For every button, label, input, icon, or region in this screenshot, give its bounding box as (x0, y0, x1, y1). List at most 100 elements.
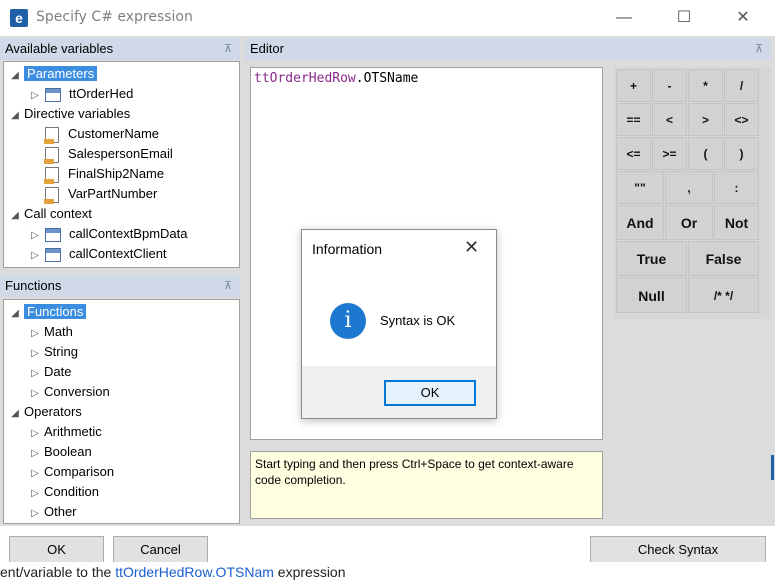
code-member: .OTSName (355, 71, 419, 86)
colon-button[interactable]: : (714, 171, 759, 204)
info-icon: i (330, 303, 366, 339)
and-button[interactable]: And (616, 205, 664, 240)
expand-arrow-icon[interactable]: ▷ (29, 504, 41, 523)
tree-item-label: SalespersonEmail (68, 146, 173, 161)
expand-arrow-icon[interactable]: ▷ (29, 226, 41, 246)
minus-button[interactable]: - (652, 69, 687, 102)
comma-button[interactable]: , (665, 171, 713, 204)
pin-icon[interactable]: ⊼ (224, 275, 232, 297)
collapse-arrow-icon[interactable]: ◢ (9, 106, 21, 126)
tree-item[interactable]: ◢ Call context (9, 204, 92, 224)
plus-button[interactable]: + (616, 69, 651, 102)
null-button[interactable]: Null (616, 277, 687, 313)
tree-item-label: FinalShip2Name (68, 166, 165, 181)
table-icon (45, 227, 61, 242)
divide-button[interactable]: / (724, 69, 759, 102)
table-icon (45, 87, 61, 102)
greater-equal-button[interactable]: >= (652, 137, 687, 170)
true-button[interactable]: True (616, 241, 687, 276)
expand-arrow-icon[interactable]: ▷ (29, 444, 41, 464)
comment-button[interactable]: /* */ (688, 277, 759, 313)
tree-item-label: String (44, 344, 78, 359)
expand-arrow-icon[interactable]: ▷ (29, 344, 41, 364)
tree-item[interactable]: ▷ Conversion (29, 382, 110, 402)
variables-panel-title: Available variables (5, 41, 114, 56)
tree-item-label: Operators (24, 404, 82, 419)
tree-item[interactable]: CustomerName (29, 124, 159, 144)
tree-item[interactable]: ◢ Directive variables (9, 104, 130, 124)
collapse-arrow-icon[interactable]: ◢ (9, 66, 21, 86)
tree-item-label: VarPartNumber (68, 186, 158, 201)
collapse-arrow-icon[interactable]: ◢ (9, 206, 21, 226)
maximize-button[interactable]: ☐ (661, 0, 707, 36)
tree-item[interactable]: ▷ Other (29, 502, 76, 523)
tree-item-label: ttOrderHed (69, 86, 134, 101)
tree-item[interactable]: ▷ Date (29, 362, 71, 382)
collapse-arrow-icon[interactable]: ◢ (9, 404, 21, 424)
tree-item[interactable]: ◢ Parameters (9, 64, 98, 86)
editor-panel-header: Editor ⊼ (245, 38, 771, 60)
quotes-button[interactable]: "" (616, 171, 664, 204)
minimize-button[interactable]: — (601, 0, 647, 36)
expand-arrow-icon[interactable]: ▷ (29, 424, 41, 444)
tree-item-label: callContextClient (69, 246, 167, 261)
footer-suffix: expression (273, 564, 346, 580)
less-equal-button[interactable]: <= (616, 137, 651, 170)
tree-item[interactable]: SalespersonEmail (29, 144, 173, 164)
check-syntax-button[interactable]: Check Syntax (590, 536, 766, 564)
collapse-arrow-icon[interactable]: ◢ (9, 304, 21, 324)
variable-icon (44, 146, 59, 164)
tree-item-label: Date (44, 364, 72, 379)
expand-arrow-icon[interactable]: ▷ (29, 86, 41, 106)
functions-tree: ◢ Functions ▷ Math ▷ String ▷ Date ▷ Conversion ◢ O… (3, 299, 240, 524)
code-object: ttOrderHedRow (254, 71, 356, 86)
pin-icon[interactable]: ⊼ (224, 38, 232, 60)
expand-arrow-icon[interactable]: ▷ (29, 364, 41, 384)
dialog-message: Syntax is OK (380, 313, 456, 328)
close-button[interactable]: ✕ (720, 0, 766, 36)
greater-than-button[interactable]: > (688, 103, 723, 136)
tree-item[interactable]: ▷ callContextBpmData (29, 224, 188, 244)
variables-panel-header: Available variables ⊼ (0, 38, 240, 60)
information-dialog: Information ✕ i Syntax is OK OK (301, 229, 497, 419)
tree-item[interactable]: ▷ Comparison (29, 462, 114, 482)
tree-item[interactable]: ◢ Operators (9, 402, 82, 422)
expand-arrow-icon[interactable]: ▷ (29, 384, 41, 404)
multiply-button[interactable]: * (688, 69, 723, 102)
tree-item[interactable]: ▷ Arithmetic (29, 422, 102, 442)
false-button[interactable]: False (688, 241, 759, 276)
variable-icon (44, 126, 59, 144)
expand-arrow-icon[interactable]: ▷ (29, 484, 41, 504)
tree-item[interactable]: ▷ Math (29, 322, 73, 342)
equals-button[interactable]: == (616, 103, 651, 136)
or-button[interactable]: Or (665, 205, 713, 240)
dialog-body: Information ✕ i Syntax is OK (302, 230, 496, 366)
tree-item[interactable]: ▷ callContextClient (29, 244, 167, 264)
pin-icon[interactable]: ⊼ (755, 38, 763, 60)
tree-item[interactable]: VarPartNumber (29, 184, 157, 204)
expand-arrow-icon[interactable]: ▷ (29, 246, 41, 266)
less-than-button[interactable]: < (652, 103, 687, 136)
not-button[interactable]: Not (714, 205, 759, 240)
title-bar: e Specify C# expression — ☐ ✕ (0, 0, 775, 36)
ok-button[interactable]: OK (9, 536, 104, 564)
window-title: Specify C# expression (36, 9, 193, 25)
dialog-close-icon[interactable]: ✕ (464, 237, 479, 258)
tree-item[interactable]: FinalShip2Name (29, 164, 164, 184)
expand-arrow-icon[interactable]: ▷ (29, 324, 41, 344)
tree-item-label: Condition (44, 484, 99, 499)
tree-item[interactable]: ◢ Functions (9, 302, 87, 324)
not-equal-button[interactable]: <> (724, 103, 759, 136)
tree-item[interactable]: ▷ String (29, 342, 78, 362)
dialog-ok-button[interactable]: OK (384, 380, 476, 406)
cancel-button[interactable]: Cancel (113, 536, 208, 564)
footer-text: ent/variable to the ttOrderHedRow.OTSNam… (0, 564, 346, 580)
tree-item[interactable]: ▷ ttOrderHed (29, 84, 133, 104)
tree-item[interactable]: ▷ Condition (29, 482, 99, 502)
expand-arrow-icon[interactable]: ▷ (29, 464, 41, 484)
footer-prefix: ent/variable to the (0, 564, 116, 580)
tree-item[interactable]: ▷ Boolean (29, 442, 92, 462)
footer-link[interactable]: ttOrderHedRow.OTSNam (115, 564, 274, 580)
close-paren-button[interactable]: ) (724, 137, 759, 170)
open-paren-button[interactable]: ( (688, 137, 723, 170)
